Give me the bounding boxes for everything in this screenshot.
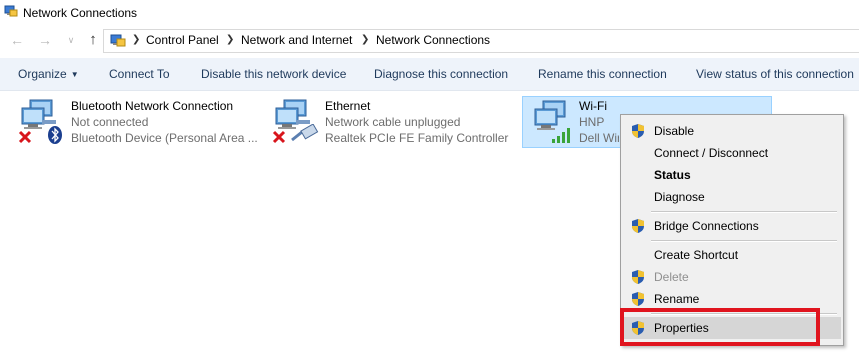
menu-item-disable[interactable]: Disable (623, 120, 841, 142)
network-connections-icon (4, 5, 18, 17)
menu-item-label: Diagnose (654, 190, 705, 204)
recent-locations-chevron-icon[interactable]: ∨ (62, 31, 80, 49)
uac-shield-icon (632, 292, 644, 306)
menu-item-label: Create Shortcut (654, 248, 739, 262)
breadcrumb-separator-icon[interactable]: ❯ (132, 34, 140, 45)
connection-status: Network cable unplugged (325, 115, 461, 129)
connection-device: Bluetooth Device (Personal Area ... (71, 131, 257, 145)
menu-item-label: Status (654, 168, 691, 182)
address-row: ← → ∨ ↑ ❯ Control Panel ❯ Network and In… (0, 26, 859, 54)
address-bar[interactable]: ❯ Control Panel ❯ Network and Internet ❯… (103, 29, 859, 53)
breadcrumb-network-and-internet[interactable]: Network and Internet (241, 33, 352, 47)
red-x-icon (18, 130, 32, 144)
connection-status: HNP (579, 115, 605, 129)
menu-item-label: Delete (654, 270, 689, 284)
menu-item-label: Connect / Disconnect (654, 146, 769, 160)
highlight-annotation-box (620, 308, 820, 346)
menu-separator (651, 211, 837, 213)
disable-device-button[interactable]: Disable this network device (201, 67, 346, 81)
uac-shield-icon (632, 270, 644, 284)
menu-item-label: Rename (654, 292, 700, 306)
diagnose-connection-button[interactable]: Diagnose this connection (374, 67, 508, 81)
connection-status: Not connected (71, 115, 149, 129)
title-bar: Network Connections (0, 0, 859, 26)
menu-item-delete: Delete (623, 266, 841, 288)
menu-item-bridge-connections[interactable]: Bridge Connections (623, 215, 841, 237)
connection-name: Bluetooth Network Connection (71, 99, 234, 113)
control-panel-icon (110, 34, 126, 47)
connection-device: Realtek PCIe FE Family Controller (325, 131, 509, 145)
back-arrow-icon[interactable]: ← (8, 31, 26, 49)
connection-item-ethernet[interactable]: Ethernet Network cable unplugged Realtek… (264, 96, 514, 148)
command-bar: Organize ▼ Connect To Disable this networ… (0, 58, 859, 91)
menu-item-label: Bridge Connections (654, 219, 759, 233)
connect-to-button[interactable]: Connect To (109, 67, 170, 81)
menu-item-label: Disable (654, 124, 695, 138)
connection-item-bluetooth[interactable]: Bluetooth Network Connection Not connect… (10, 96, 260, 148)
organize-menu-button[interactable]: Organize ▼ (18, 67, 79, 81)
connection-name: Wi-Fi (579, 99, 607, 113)
menu-item-rename[interactable]: Rename (623, 288, 841, 310)
uac-shield-icon (632, 219, 644, 233)
connection-name: Ethernet (325, 99, 371, 113)
dropdown-caret-icon: ▼ (70, 70, 79, 79)
menu-separator (651, 240, 837, 242)
breadcrumb-separator-icon[interactable]: ❯ (226, 34, 234, 45)
forward-arrow-icon[interactable]: → (36, 31, 54, 49)
red-x-icon (272, 130, 286, 144)
ethernet-cable-icon (291, 124, 319, 142)
organize-label: Organize (18, 67, 67, 81)
connection-device: Dell Wir (579, 131, 619, 145)
uac-shield-icon (632, 124, 644, 138)
menu-item-connect-disconnect[interactable]: Connect / Disconnect (623, 142, 841, 164)
rename-connection-button[interactable]: Rename this connection (538, 67, 667, 81)
view-status-button[interactable]: View status of this connection (696, 67, 854, 81)
menu-item-create-shortcut[interactable]: Create Shortcut (623, 244, 841, 266)
breadcrumb-separator-icon[interactable]: ❯ (361, 34, 369, 45)
up-arrow-icon[interactable]: ↑ (84, 31, 102, 49)
menu-item-status[interactable]: Status (623, 164, 841, 186)
breadcrumb-control-panel[interactable]: Control Panel (146, 33, 219, 47)
menu-item-diagnose[interactable]: Diagnose (623, 186, 841, 208)
window-title: Network Connections (23, 6, 138, 20)
breadcrumb-network-connections[interactable]: Network Connections (376, 33, 490, 47)
wifi-signal-bars-icon (552, 128, 570, 143)
bluetooth-icon (48, 126, 62, 144)
